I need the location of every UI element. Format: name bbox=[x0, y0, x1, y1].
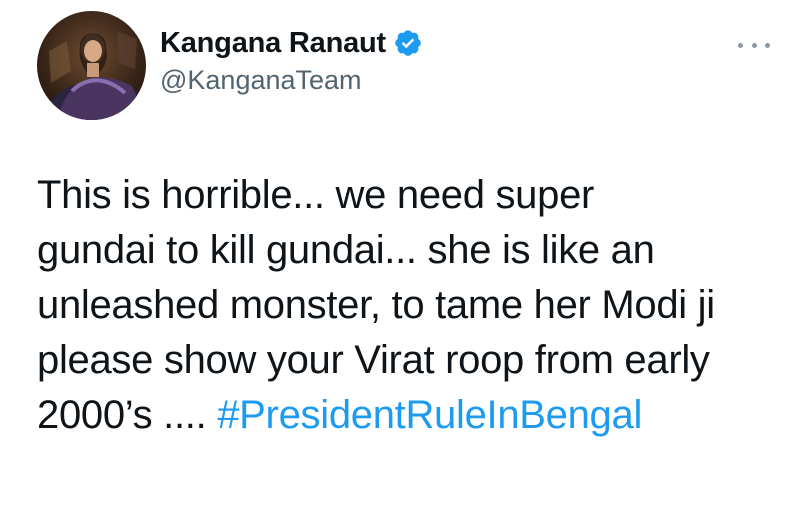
author-display-name[interactable]: Kangana Ranaut bbox=[160, 27, 386, 60]
tweet-text: This is horrible... we need super gundai… bbox=[37, 168, 777, 443]
author-handle[interactable]: @KanganaTeam bbox=[160, 65, 423, 96]
avatar-photo bbox=[37, 11, 146, 120]
tweet-text-line: unleashed monster, to tame her Modi ji bbox=[37, 283, 715, 327]
dot-icon bbox=[765, 42, 770, 48]
dot-icon bbox=[738, 42, 743, 48]
more-options-icon[interactable] bbox=[738, 40, 770, 50]
verified-badge-icon bbox=[393, 28, 423, 58]
tweet-text-line: gundai to kill gundai... she is like an bbox=[37, 228, 655, 272]
tweet-text-prefix: 2000’s .... bbox=[37, 393, 218, 437]
author-avatar[interactable] bbox=[37, 11, 146, 120]
tweet-text-last-line: 2000’s .... #PresidentRuleInBengal bbox=[37, 388, 777, 443]
tweet-text-line: This is horrible... we need super bbox=[37, 173, 595, 217]
tweet-card: Kangana Ranaut @KanganaTeam This is horr… bbox=[0, 0, 800, 509]
hashtag-link[interactable]: #PresidentRuleInBengal bbox=[217, 393, 642, 437]
tweet-text-line: please show your Virat roop from early bbox=[37, 338, 710, 382]
dot-icon bbox=[751, 42, 757, 48]
name-row: Kangana Ranaut bbox=[160, 24, 423, 62]
tweet-header: Kangana Ranaut @KanganaTeam bbox=[160, 24, 423, 96]
